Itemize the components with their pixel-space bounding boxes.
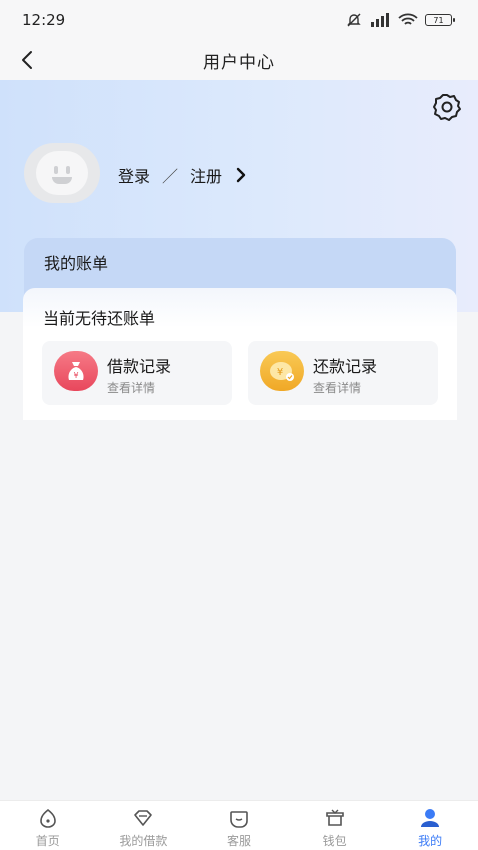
chevron-right-icon [236, 167, 246, 183]
back-arrow-icon[interactable] [16, 48, 40, 72]
battery-level: 71 [433, 15, 444, 25]
wifi-icon [398, 13, 418, 25]
yen-coin-icon: ¥ [260, 351, 304, 391]
borrow-record-card[interactable]: ¥ 借款记录 查看详情 [42, 341, 232, 405]
status-icons: 71 [346, 12, 455, 28]
register-label: 注册 [190, 167, 223, 186]
bill-card-title: 我的账单 [44, 254, 109, 273]
page-title: 用户中心 [203, 52, 275, 73]
wallet-icon [325, 809, 344, 826]
avatar-placeholder-icon [36, 151, 88, 195]
avatar[interactable] [24, 143, 100, 203]
diamond-icon [134, 810, 153, 826]
bottom-tab-bar: 首页 我的借款 客服 钱包 我的 [0, 800, 478, 850]
mute-bell-icon [347, 13, 361, 27]
tab-customer-service[interactable]: 客服 [191, 801, 287, 850]
svg-text:¥: ¥ [277, 367, 283, 378]
login-label: 登录 [118, 167, 151, 186]
borrow-record-subtitle: 查看详情 [107, 381, 156, 395]
bill-panel: 当前无待还账单 ¥ 借款记录 查看详情 ¥ 还款记录 查看详情 [23, 288, 457, 420]
tab-label: 客服 [226, 834, 251, 848]
tab-label: 我的借款 [119, 834, 168, 848]
tab-my-loans[interactable]: 我的借款 [96, 801, 192, 850]
tab-label: 首页 [35, 834, 60, 848]
battery-icon: 71 [425, 14, 455, 26]
svg-text:¥: ¥ [73, 371, 78, 380]
bill-status-text: 当前无待还账单 [43, 309, 156, 328]
repay-record-title: 还款记录 [313, 357, 378, 376]
nav-bar: 用户中心 [0, 40, 478, 80]
chat-icon [230, 811, 248, 828]
signal-icon [371, 13, 389, 27]
login-separator: ／ [162, 167, 179, 186]
money-bag-icon: ¥ [54, 351, 98, 391]
gear-icon[interactable] [430, 90, 464, 124]
tab-label: 钱包 [322, 834, 347, 848]
login-register-link[interactable]: 登录 ／ 注册 [118, 160, 248, 190]
status-bar: 12:29 71 [0, 0, 478, 40]
tab-mine[interactable]: 我的 [382, 801, 478, 850]
tab-label: 我的 [418, 834, 443, 848]
repay-record-card[interactable]: ¥ 还款记录 查看详情 [248, 341, 438, 405]
home-icon [39, 808, 56, 828]
status-time: 12:29 [22, 11, 66, 29]
tab-wallet[interactable]: 钱包 [287, 801, 383, 850]
tab-home[interactable]: 首页 [0, 801, 96, 850]
repay-record-subtitle: 查看详情 [313, 381, 362, 395]
user-icon [421, 809, 440, 827]
borrow-record-title: 借款记录 [107, 357, 172, 376]
